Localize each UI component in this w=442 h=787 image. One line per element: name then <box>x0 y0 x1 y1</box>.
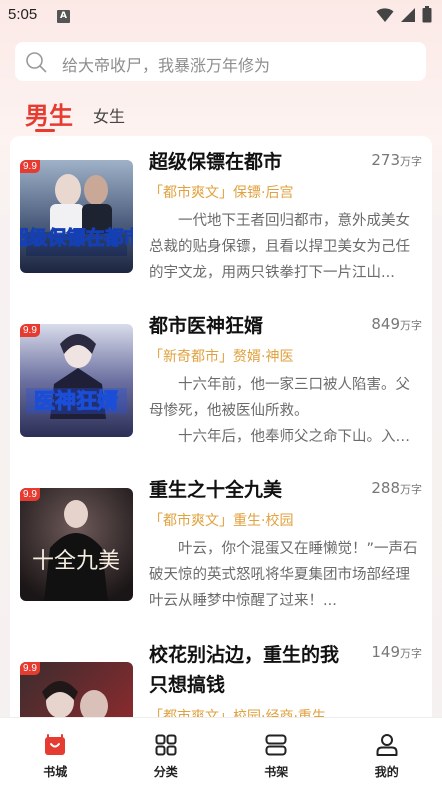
book-title[interactable]: 都市医神狂婿 <box>149 312 263 340</box>
search-placeholder: 给大帝收尸，我暴涨万年修为 <box>62 56 271 75</box>
book-description: 叶云，你个混蛋又在睡懒觉！”一声石破天惊的英式怒吼将华夏集团市场部经理叶云从睡梦… <box>149 536 422 614</box>
cover-title-text: 十全九美 <box>32 549 120 574</box>
description-line: 十六年后，他奉师父之命下山。入赘豪门... <box>178 429 422 445</box>
book-list: 超级保镖在都市 9.9 超级保镖在都市 273万字 「都市爽文」保镖·后宫 一代… <box>10 136 432 736</box>
book-cover[interactable]: 医神狂婿 9.9 <box>20 324 133 437</box>
book-item[interactable]: 超级保镖在都市 9.9 超级保镖在都市 273万字 「都市爽文」保镖·后宫 一代… <box>10 148 432 312</box>
nav-label: 分类 <box>153 765 178 779</box>
nav-bookstore[interactable]: 书城 <box>0 718 111 787</box>
notification-icon: A <box>57 10 70 23</box>
nav-category[interactable]: 分类 <box>111 718 222 787</box>
word-count-unit: 万字 <box>400 155 422 168</box>
search-bar[interactable]: 给大帝收尸，我暴涨万年修为 <box>15 42 426 81</box>
cover-title-text: 医神狂婿 <box>34 389 118 413</box>
tab-female[interactable]: 女生 <box>93 103 125 127</box>
word-count-number: 288 <box>371 479 400 497</box>
tab-male[interactable]: 男生 <box>25 96 73 131</box>
rating-badge: 9.9 <box>20 662 40 675</box>
nav-label: 书城 <box>43 765 68 779</box>
book-description: 十六年前，他一家三口被人陷害。父母惨死，他被医仙所救。 十六年后，他奉师父之命下… <box>149 372 422 450</box>
battery-icon <box>422 6 432 23</box>
description-line: 叶云，你个混蛋又在睡懒觉！”一声石破天惊的英式怒吼将华夏集团市场部经理叶云从睡梦… <box>149 541 418 609</box>
active-tab-indicator <box>35 129 55 132</box>
word-count: 288万字 <box>371 479 422 497</box>
nav-label: 我的 <box>374 765 399 779</box>
word-count: 149万字 <box>371 643 422 661</box>
description-line: 十六年前，他一家三口被人陷害。父母惨死，他被医仙所救。 <box>149 377 410 419</box>
book-item[interactable]: 医神狂婿 9.9 都市医神狂婿 849万字 「新奇都市」赘婿·神医 十六年前，他… <box>10 312 432 476</box>
rating-badge: 9.9 <box>20 488 40 501</box>
cover-image: 医神狂婿 <box>20 324 133 437</box>
bookstore-icon <box>45 734 66 755</box>
book-tags: 「都市爽文」保镖·后宫 <box>149 185 294 201</box>
word-count-number: 273 <box>371 151 400 169</box>
word-count-number: 849 <box>371 315 400 333</box>
word-count-unit: 万字 <box>400 319 422 332</box>
nav-label: 书架 <box>264 765 289 779</box>
nav-profile[interactable]: 我的 <box>332 718 442 787</box>
book-tags: 「都市爽文」重生·校园 <box>149 513 294 529</box>
book-title-line: 校花别沾边，重生的我 <box>149 644 340 666</box>
bottom-nav: 书城 分类 书架 我的 <box>0 717 442 787</box>
book-description: 一代地下王者回归都市，意外成美女总裁的贴身保镖，且看以捍卫美女为己任的宇文龙，用… <box>149 208 422 286</box>
book-item[interactable]: 十全九美 9.9 重生之十全九美 288万字 「都市爽文」重生·校园 叶云，你个… <box>10 476 432 640</box>
book-cover[interactable]: 十全九美 9.9 <box>20 488 133 601</box>
book-title[interactable]: 重生之十全九美 <box>149 476 282 504</box>
bookshelf-icon <box>265 734 287 756</box>
word-count-unit: 万字 <box>400 483 422 496</box>
search-icon <box>26 52 47 73</box>
wifi-icon <box>376 7 394 22</box>
status-icons <box>376 6 432 23</box>
status-bar: 5:05 A <box>0 0 442 32</box>
profile-icon <box>376 734 398 756</box>
book-cover[interactable]: 超级保镖在都市 9.9 <box>20 160 133 273</box>
signal-icon <box>401 7 415 22</box>
word-count: 849万字 <box>371 315 422 333</box>
book-tags: 「新奇都市」赘婿·神医 <box>149 349 294 365</box>
word-count-unit: 万字 <box>400 647 422 660</box>
cover-image: 十全九美 <box>20 488 133 601</box>
rating-badge: 9.9 <box>20 324 40 337</box>
word-count: 273万字 <box>371 151 422 169</box>
nav-bookshelf[interactable]: 书架 <box>221 718 332 787</box>
book-title[interactable]: 超级保镖在都市 <box>149 148 282 176</box>
rating-badge: 9.9 <box>20 160 40 173</box>
description-line: 一代地下王者回归都市，意外成美女总裁的贴身保镖，且看以捍卫美女为己任的宇文龙，用… <box>149 213 410 281</box>
book-title-line: 只想搞钱 <box>149 674 226 696</box>
cover-image: 超级保镖在都市 <box>20 160 133 273</box>
status-time: 5:05 <box>8 6 38 23</box>
category-icon <box>155 734 177 756</box>
book-title[interactable]: 校花别沾边，重生的我 只想搞钱 <box>149 640 339 700</box>
cover-title-text: 超级保镖在都市 <box>20 226 133 249</box>
word-count-number: 149 <box>371 643 400 661</box>
